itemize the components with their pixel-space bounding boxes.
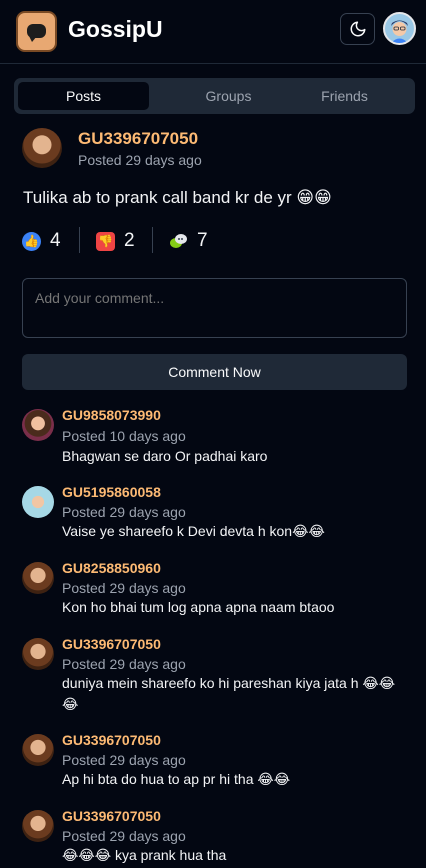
post-author-avatar[interactable] [22, 128, 62, 168]
comment-author[interactable]: GU3396707050 [62, 732, 161, 748]
comment-timestamp: Posted 10 days ago [62, 428, 186, 444]
profile-avatar[interactable] [383, 12, 416, 45]
reaction-divider [79, 227, 80, 253]
comment-timestamp: Posted 29 days ago [62, 656, 186, 672]
comment-author[interactable]: GU8258850960 [62, 560, 161, 576]
gossip-button[interactable]: 7 [169, 230, 208, 252]
dislike-button[interactable]: 👎 2 [96, 230, 135, 252]
thumbs-down-icon: 👎 [96, 231, 115, 251]
reaction-divider [152, 227, 153, 253]
tab-groups[interactable]: Groups [163, 82, 294, 110]
like-count: 4 [50, 230, 61, 251]
gossip-icon [169, 231, 188, 251]
comment-author[interactable]: GU9858073990 [62, 407, 161, 423]
app-title[interactable]: GossipU [68, 16, 163, 43]
comment-author[interactable]: GU3396707050 [62, 636, 161, 652]
comment-avatar[interactable] [22, 734, 54, 766]
chat-bubble-icon[interactable] [16, 11, 57, 52]
moon-icon [350, 21, 365, 37]
comment-text: duniya mein shareefo ko hi pareshan kiya… [62, 675, 396, 712]
post-timestamp: Posted 29 days ago [78, 152, 202, 168]
comment-avatar[interactable] [22, 486, 54, 518]
comment-avatar[interactable] [22, 409, 54, 441]
gossip-count: 7 [197, 230, 208, 251]
like-button[interactable]: 👍 4 [22, 230, 61, 252]
dislike-count: 2 [124, 230, 135, 251]
app-header: GossipU [0, 0, 426, 64]
tab-posts[interactable]: Posts [18, 82, 149, 110]
theme-toggle-button[interactable] [340, 13, 375, 45]
comment-avatar[interactable] [22, 562, 54, 594]
comment-now-button[interactable]: Comment Now [22, 354, 407, 390]
comment-text: Vaise ye shareefo k Devi devta h kon😂😂 [62, 523, 325, 539]
comment-timestamp: Posted 29 days ago [62, 504, 186, 520]
comment-author[interactable]: GU5195860058 [62, 484, 161, 500]
comment-text: 😂😂😂 kya prank hua tha [62, 847, 227, 863]
comment-avatar[interactable] [22, 638, 54, 670]
comment-timestamp: Posted 29 days ago [62, 580, 186, 596]
tab-bar: Posts Groups Friends [14, 78, 415, 114]
comment-text: Bhagwan se daro Or padhai karo [62, 448, 268, 464]
comment-timestamp: Posted 29 days ago [62, 752, 186, 768]
comment-text: Ap hi bta do hua to ap pr hi tha 😂😂 [62, 771, 291, 787]
comment-author[interactable]: GU3396707050 [62, 808, 161, 824]
post-author-name[interactable]: GU3396707050 [78, 129, 198, 149]
comment-input[interactable] [22, 278, 407, 338]
thumbs-up-icon: 👍 [22, 231, 41, 251]
post-content: Tulika ab to prank call band kr de yr 😁😁 [23, 188, 332, 207]
comment-avatar[interactable] [22, 810, 54, 842]
comment-timestamp: Posted 29 days ago [62, 828, 186, 844]
tab-friends[interactable]: Friends [279, 82, 410, 110]
comment-text: Kon ho bhai tum log apna apna naam btaoo [62, 599, 335, 615]
